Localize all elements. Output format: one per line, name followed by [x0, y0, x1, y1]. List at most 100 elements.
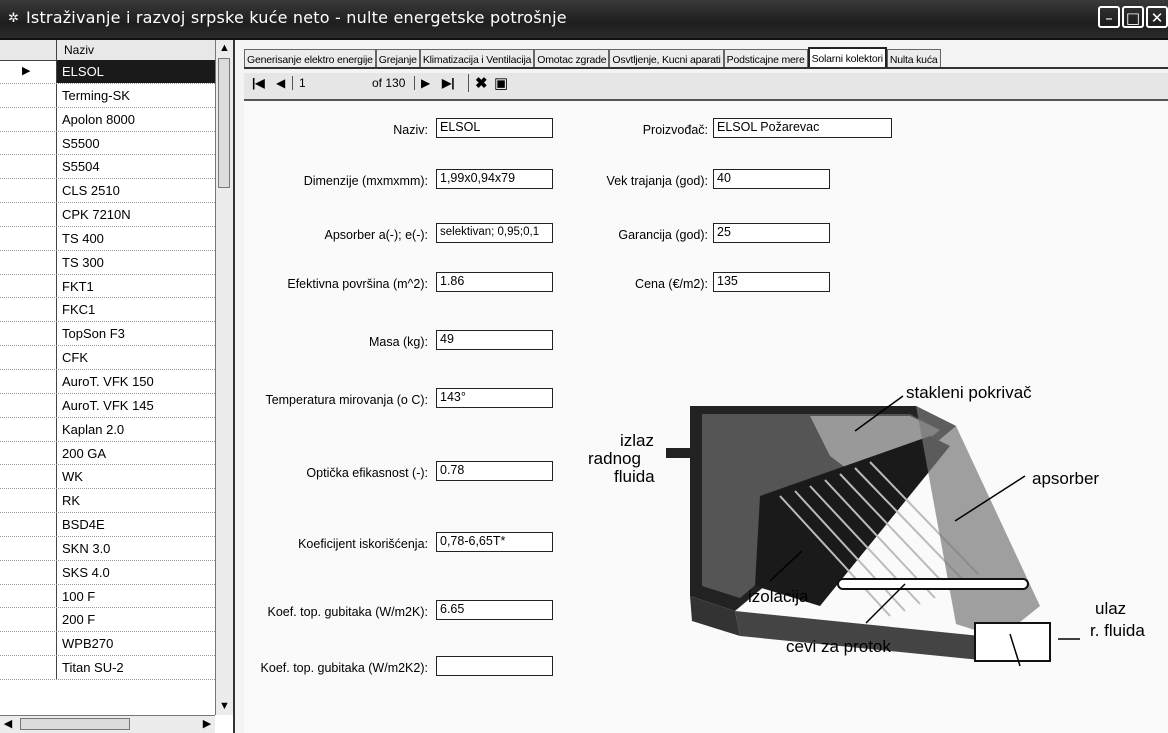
row-naziv-cell[interactable]: Apolon 8000: [62, 112, 135, 127]
scroll-up-icon[interactable]: ▲: [216, 40, 233, 56]
table-row[interactable]: Apolon 8000: [0, 107, 215, 132]
table-row[interactable]: CPK 7210N: [0, 203, 215, 227]
table-row[interactable]: FKC1: [0, 298, 215, 323]
table-row[interactable]: S5504: [0, 155, 215, 180]
row-selector[interactable]: [0, 107, 57, 131]
minimize-icon[interactable]: –: [1098, 6, 1120, 28]
delete-icon[interactable]: ✖: [468, 74, 488, 92]
row-selector[interactable]: [0, 536, 57, 560]
row-selector[interactable]: [0, 83, 57, 107]
vertical-scrollbar[interactable]: ▲ ▼: [215, 40, 233, 715]
row-naziv-cell[interactable]: WK: [62, 469, 83, 484]
row-naziv-cell[interactable]: CFK: [62, 350, 88, 365]
table-row[interactable]: TS 300: [0, 250, 215, 275]
row-naziv-cell[interactable]: BSD4E: [62, 517, 105, 532]
row-selector[interactable]: [0, 226, 57, 250]
row-selector[interactable]: [0, 441, 57, 465]
tab-7[interactable]: Nulta kuća: [886, 49, 941, 69]
koef-gubitaka-field[interactable]: 6.65: [436, 600, 553, 620]
row-selector[interactable]: [0, 298, 57, 322]
row-naziv-cell[interactable]: CPK 7210N: [62, 207, 131, 222]
table-row[interactable]: S5500: [0, 131, 215, 156]
dimenzije-field[interactable]: 1,99x0,94x79: [436, 169, 553, 189]
row-selector[interactable]: [0, 513, 57, 536]
column-header-naziv[interactable]: Naziv: [64, 43, 94, 57]
row-naziv-cell[interactable]: TS 400: [62, 231, 104, 246]
efektivna-povrsina-field[interactable]: 1.86: [436, 272, 553, 292]
row-naziv-cell[interactable]: AuroT. VFK 150: [62, 374, 154, 389]
row-naziv-cell[interactable]: RK: [62, 493, 80, 508]
scroll-right-icon[interactable]: ▶: [199, 716, 215, 733]
row-naziv-cell[interactable]: Terming-SK: [62, 88, 130, 103]
table-row[interactable]: SKN 3.0: [0, 536, 215, 561]
row-naziv-cell[interactable]: SKS 4.0: [62, 565, 110, 580]
table-row[interactable]: BSD4E: [0, 513, 215, 537]
row-selector[interactable]: [0, 417, 57, 441]
row-naziv-cell[interactable]: 200 GA: [62, 446, 106, 461]
table-row[interactable]: Titan SU-2: [0, 656, 215, 680]
row-selector[interactable]: [0, 203, 57, 226]
row-selector[interactable]: [0, 274, 57, 298]
row-naziv-cell[interactable]: FKC1: [62, 302, 95, 317]
table-row[interactable]: AuroT. VFK 150: [0, 369, 215, 394]
table-row[interactable]: RK: [0, 489, 215, 514]
tab-6[interactable]: Solarni kolektori: [807, 47, 887, 69]
table-row[interactable]: WPB270: [0, 632, 215, 657]
table-row[interactable]: ▶ ELSOL: [0, 60, 215, 84]
vek-trajanja-field[interactable]: 40: [713, 169, 830, 189]
last-record-icon[interactable]: ▶|: [442, 76, 455, 90]
row-naziv-cell[interactable]: AuroT. VFK 145: [62, 398, 154, 413]
table-row[interactable]: 200 GA: [0, 441, 215, 466]
row-selector[interactable]: [0, 560, 57, 584]
table-row[interactable]: WK: [0, 465, 215, 490]
row-selector[interactable]: [0, 131, 57, 155]
table-row[interactable]: FKT1: [0, 274, 215, 299]
row-selector[interactable]: [0, 465, 57, 489]
table-row[interactable]: TS 400: [0, 226, 215, 251]
row-naziv-cell[interactable]: S5504: [62, 159, 100, 174]
next-record-icon[interactable]: ▶: [414, 76, 430, 90]
close-icon[interactable]: ✕: [1146, 6, 1168, 28]
garancija-field[interactable]: 25: [713, 223, 830, 243]
row-selector[interactable]: [0, 369, 57, 393]
row-naziv-cell[interactable]: FKT1: [62, 279, 94, 294]
row-selector[interactable]: [0, 393, 57, 417]
row-naziv-cell[interactable]: 100 F: [62, 589, 95, 604]
row-selector[interactable]: [0, 179, 57, 203]
row-naziv-cell[interactable]: TopSon F3: [62, 326, 125, 341]
row-selector[interactable]: [0, 346, 57, 369]
proizvodjac-field[interactable]: ELSOL Požarevac: [713, 118, 892, 138]
table-row[interactable]: TopSon F3: [0, 322, 215, 347]
tab-0[interactable]: Generisanje elektro energije: [244, 49, 376, 69]
table-row[interactable]: AuroT. VFK 145: [0, 393, 215, 418]
row-naziv-cell[interactable]: S5500: [62, 136, 100, 151]
temperatura-field[interactable]: 143°: [436, 388, 553, 408]
maximize-icon[interactable]: □: [1122, 6, 1144, 28]
row-naziv-cell[interactable]: WPB270: [62, 636, 113, 651]
table-row[interactable]: CFK: [0, 346, 215, 370]
tab-2[interactable]: Klimatizacija i Ventilacija: [419, 49, 535, 69]
row-selector[interactable]: [0, 608, 57, 632]
opticka-efikasnost-field[interactable]: 0.78: [436, 461, 553, 481]
row-naziv-cell[interactable]: CLS 2510: [62, 183, 120, 198]
tab-1[interactable]: Grejanje: [375, 49, 420, 69]
first-record-icon[interactable]: |◀: [252, 76, 265, 90]
row-selector[interactable]: [0, 155, 57, 179]
row-naziv-cell[interactable]: 200 F: [62, 612, 95, 627]
apsorber-field[interactable]: selektivan; 0,95;0,1: [436, 223, 553, 243]
naziv-field[interactable]: ELSOL: [436, 118, 553, 138]
cena-field[interactable]: 135: [713, 272, 830, 292]
table-row[interactable]: CLS 2510: [0, 179, 215, 204]
row-selector[interactable]: [0, 489, 57, 513]
row-selector[interactable]: [0, 322, 57, 346]
row-naziv-cell[interactable]: SKN 3.0: [62, 541, 110, 556]
table-row[interactable]: 100 F: [0, 584, 215, 609]
save-icon[interactable]: ▣: [494, 74, 508, 92]
hscroll-thumb[interactable]: [20, 718, 130, 730]
scroll-down-icon[interactable]: ▼: [216, 698, 233, 714]
row-naziv-cell[interactable]: Titan SU-2: [62, 660, 124, 675]
masa-field[interactable]: 49: [436, 330, 553, 350]
row-naziv-cell[interactable]: Kaplan 2.0: [62, 422, 124, 437]
row-selector[interactable]: ▶: [0, 60, 57, 83]
record-position[interactable]: 1: [292, 76, 306, 90]
